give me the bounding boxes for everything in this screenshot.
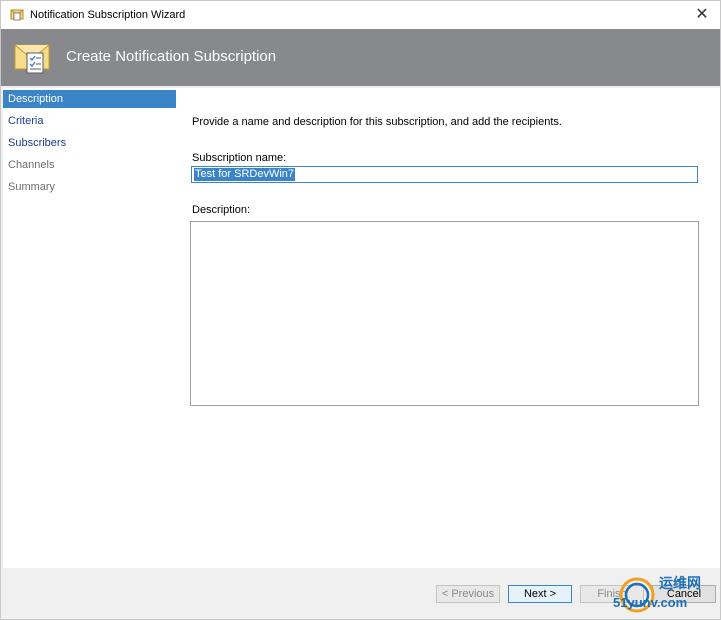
nav-item-description[interactable]: Description bbox=[3, 90, 176, 108]
nav-item-summary[interactable]: Summary bbox=[3, 178, 176, 196]
nav-item-criteria[interactable]: Criteria bbox=[3, 112, 176, 130]
nav-item-subscribers[interactable]: Subscribers bbox=[3, 134, 176, 152]
finish-button[interactable]: Finish bbox=[580, 585, 644, 603]
page-title: Create Notification Subscription bbox=[66, 48, 277, 65]
subscription-name-value: Test for SRDevWin7 bbox=[194, 168, 296, 181]
subscription-name-label: Subscription name: bbox=[192, 152, 287, 164]
title-bar: Notification Subscription Wizard ✕ bbox=[1, 1, 720, 29]
wizard-header: Create Notification Subscription bbox=[1, 29, 720, 86]
nav-item-channels[interactable]: Channels bbox=[3, 156, 176, 174]
wizard-window: Notification Subscription Wizard ✕ Creat… bbox=[0, 0, 721, 620]
wizard-title-icon bbox=[10, 8, 24, 21]
next-button[interactable]: Next > bbox=[508, 585, 572, 603]
envelope-checklist-icon bbox=[13, 37, 53, 77]
wizard-nav: Description Criteria Subscribers Channel… bbox=[3, 88, 176, 568]
cancel-button[interactable]: Cancel bbox=[652, 585, 716, 603]
previous-button[interactable]: < Previous bbox=[436, 585, 500, 603]
intro-text: Provide a name and description for this … bbox=[192, 116, 562, 128]
subscription-name-input[interactable]: Test for SRDevWin7 bbox=[191, 166, 698, 183]
description-label: Description: bbox=[192, 204, 251, 216]
close-button[interactable]: ✕ bbox=[692, 5, 712, 25]
wizard-content: Provide a name and description for this … bbox=[176, 88, 720, 568]
description-textarea[interactable] bbox=[190, 221, 699, 406]
wizard-footer: < Previous Next > Finish Cancel bbox=[1, 568, 720, 619]
window-title: Notification Subscription Wizard bbox=[30, 9, 186, 21]
close-icon: ✕ bbox=[695, 6, 709, 23]
